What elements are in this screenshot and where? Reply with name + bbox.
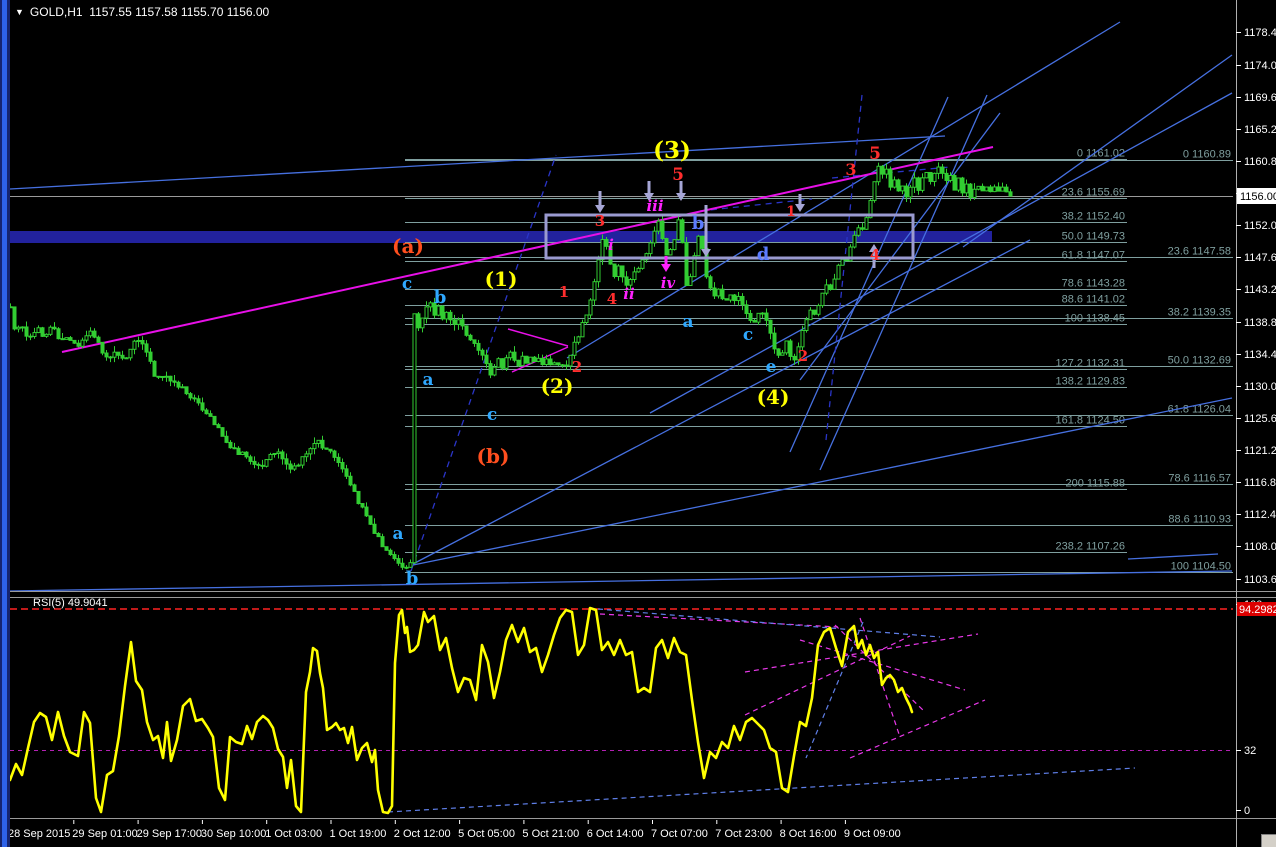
svg-text:1: 1 [786, 204, 796, 220]
svg-text:32: 32 [1244, 745, 1256, 757]
svg-text:5: 5 [672, 165, 684, 185]
svg-text:1108.00: 1108.00 [1244, 541, 1276, 553]
svg-text:61.8 1147.07: 61.8 1147.07 [1062, 250, 1125, 262]
time-axis: 28 Sep 2015 29 Sep 01:0029 Sep 17:0030 Se… [0, 820, 1236, 847]
svg-text:4: 4 [607, 290, 617, 308]
svg-text:1 Oct 19:00: 1 Oct 19:00 [330, 828, 387, 840]
svg-text:38.2 1152.40: 38.2 1152.40 [1062, 211, 1125, 223]
mt4-chart-window: 0 1161.02 23.6 1155.69 38.2 1152.40 50.0 11… [0, 0, 1276, 847]
svg-text:a: a [682, 312, 693, 332]
svg-text:3: 3 [595, 212, 605, 230]
svg-text:1160.80: 1160.80 [1244, 156, 1276, 168]
svg-text:29 Sep 01:00: 29 Sep 01:00 [72, 828, 137, 840]
svg-text:2: 2 [798, 347, 808, 365]
svg-text:b: b [434, 287, 447, 308]
ohlc-quote-label: 1157.55 1157.58 1155.70 1156.00 [89, 5, 270, 19]
svg-text:iii: iii [646, 197, 663, 215]
svg-text:7 Oct 07:00: 7 Oct 07:00 [651, 828, 708, 840]
svg-text:28 Sep 2015: 28 Sep 2015 [8, 828, 70, 840]
svg-text:1174.00: 1174.00 [1244, 60, 1276, 72]
svg-text:78.6 1116.57: 78.6 1116.57 [1168, 473, 1231, 485]
svg-text:1: 1 [559, 283, 569, 301]
svg-text:50.0 1132.69: 50.0 1132.69 [1168, 355, 1231, 367]
svg-text:161.8 1124.50: 161.8 1124.50 [1055, 415, 1125, 427]
svg-text:8 Oct 16:00: 8 Oct 16:00 [780, 828, 837, 840]
svg-text:1116.80: 1116.80 [1244, 477, 1276, 489]
svg-text:5 Oct 21:00: 5 Oct 21:00 [522, 828, 579, 840]
svg-text:1147.60: 1147.60 [1244, 252, 1276, 264]
svg-text:1103.60: 1103.60 [1244, 574, 1276, 586]
svg-text:1152.00: 1152.00 [1244, 220, 1276, 232]
svg-text:5: 5 [869, 144, 881, 164]
svg-text:88.6 1141.02: 88.6 1141.02 [1062, 294, 1125, 306]
svg-text:(a): (a) [392, 234, 424, 258]
svg-text:d: d [757, 244, 770, 265]
svg-text:b: b [406, 568, 419, 589]
chart-canvas: 0 1161.0223.6 1155.6938.2 1152.4050.0 11… [0, 0, 1276, 847]
svg-text:1121.20: 1121.20 [1244, 445, 1276, 457]
svg-text:1143.20: 1143.20 [1244, 284, 1276, 296]
svg-text:88.6 1110.93: 88.6 1110.93 [1168, 514, 1231, 526]
svg-text:29 Sep 17:00: 29 Sep 17:00 [137, 828, 202, 840]
svg-text:238.2 1107.26: 238.2 1107.26 [1055, 541, 1125, 553]
svg-text:1169.60: 1169.60 [1244, 92, 1276, 104]
svg-text:1130.00: 1130.00 [1244, 381, 1276, 393]
svg-text:1112.40: 1112.40 [1244, 509, 1276, 521]
svg-text:9 Oct 09:00: 9 Oct 09:00 [844, 828, 901, 840]
svg-text:4: 4 [870, 246, 880, 264]
svg-text:c: c [743, 325, 753, 345]
svg-text:200 1115.88: 200 1115.88 [1065, 478, 1125, 490]
svg-text:30 Sep 10:00: 30 Sep 10:00 [201, 828, 266, 840]
svg-text:a: a [422, 370, 433, 390]
svg-text:78.6 1143.28: 78.6 1143.28 [1062, 278, 1125, 290]
svg-text:(b): (b) [477, 444, 510, 468]
svg-text:1156.00: 1156.00 [1240, 191, 1276, 203]
svg-text:50.0 1149.73: 50.0 1149.73 [1062, 231, 1125, 243]
svg-text:38.2 1139.35: 38.2 1139.35 [1168, 307, 1231, 319]
svg-text:b: b [692, 213, 705, 234]
svg-text:1138.80: 1138.80 [1244, 317, 1276, 329]
svg-text:(2): (2) [541, 374, 574, 398]
symbol-period-label: GOLD,H1 [29, 5, 83, 19]
window-resize-corner[interactable] [1261, 834, 1276, 847]
svg-text:1178.40: 1178.40 [1244, 27, 1276, 39]
svg-text:94.2982: 94.2982 [1239, 604, 1276, 616]
svg-text:1 Oct 03:00: 1 Oct 03:00 [265, 828, 322, 840]
chart-title: ▼ GOLD,H1 1157.55 1157.58 1155.70 1156.00 [15, 5, 269, 19]
svg-text:i: i [608, 236, 614, 254]
svg-text:5 Oct 05:00: 5 Oct 05:00 [458, 828, 515, 840]
svg-text:23.6 1147.58: 23.6 1147.58 [1168, 246, 1231, 258]
svg-text:(3): (3) [653, 137, 691, 164]
svg-text:127.2 1132.31: 127.2 1132.31 [1055, 358, 1125, 370]
symbol-dropdown-icon[interactable]: ▼ [15, 7, 24, 17]
svg-text:2 Oct 12:00: 2 Oct 12:00 [394, 828, 451, 840]
svg-text:3: 3 [845, 160, 856, 179]
svg-text:138.2 1129.83: 138.2 1129.83 [1055, 376, 1125, 388]
support-zone-band[interactable] [10, 231, 992, 243]
svg-text:a: a [392, 524, 403, 544]
svg-text:1165.20: 1165.20 [1244, 124, 1276, 136]
svg-text:(4): (4) [757, 385, 790, 409]
svg-text:1125.60: 1125.60 [1244, 413, 1276, 425]
svg-text:(1): (1) [485, 267, 518, 291]
svg-text:6 Oct 14:00: 6 Oct 14:00 [587, 828, 644, 840]
svg-text:iv: iv [661, 274, 676, 292]
svg-text:0 1160.89: 0 1160.89 [1183, 149, 1231, 161]
window-left-border [0, 0, 10, 847]
svg-text:e: e [766, 357, 777, 377]
svg-text:7 Oct 23:00: 7 Oct 23:00 [715, 828, 772, 840]
rsi-indicator-label: RSI(5) 49.9041 [33, 597, 108, 609]
svg-text:ii: ii [623, 285, 635, 303]
svg-text:0: 0 [1244, 805, 1250, 817]
svg-text:c: c [487, 405, 497, 425]
svg-text:c: c [402, 274, 412, 294]
svg-text:1134.40: 1134.40 [1244, 349, 1276, 361]
